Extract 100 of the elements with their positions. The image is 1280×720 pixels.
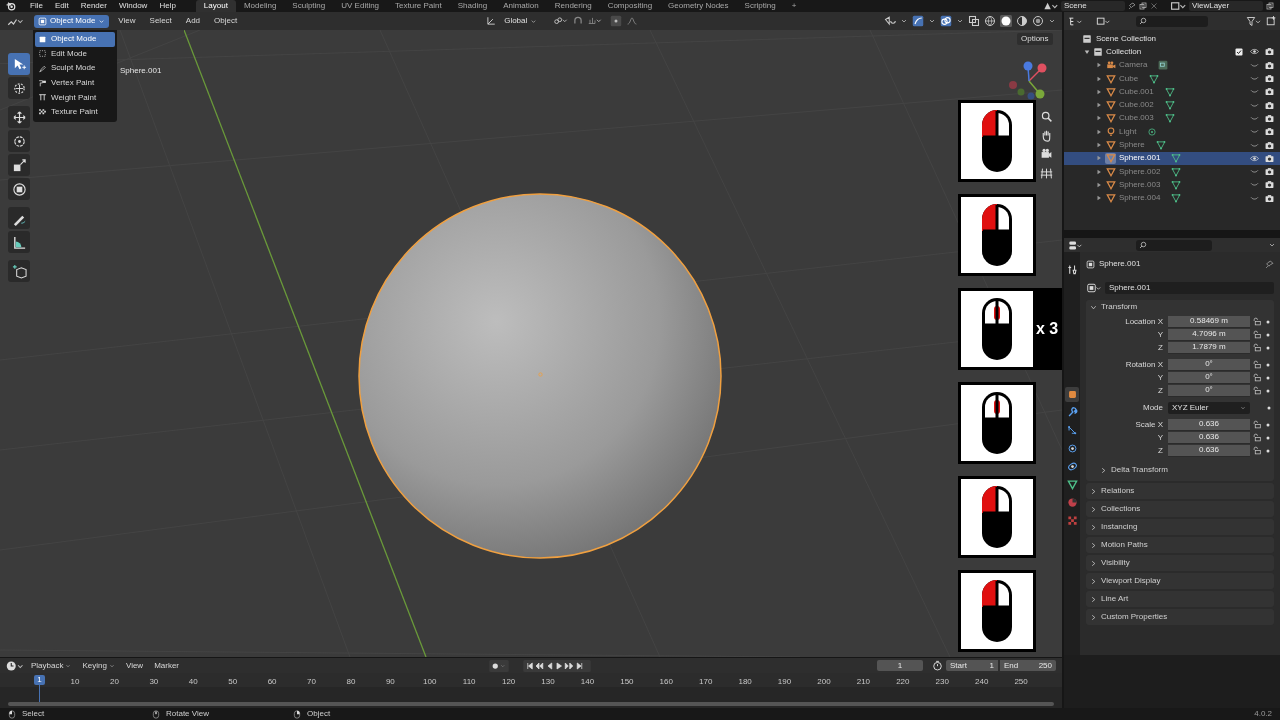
copy-icon[interactable] — [1266, 2, 1274, 10]
workspace-tab[interactable]: Animation — [495, 0, 547, 12]
grid-icon[interactable] — [1040, 167, 1053, 180]
number-field[interactable]: 0.636 — [1168, 418, 1250, 431]
keyframe-dot-icon[interactable] — [1266, 448, 1270, 453]
workspace-tab[interactable]: UV Editing — [333, 0, 388, 12]
keyframe-dot-icon[interactable] — [1266, 422, 1270, 427]
render-camera-icon[interactable] — [1265, 74, 1274, 84]
pin-icon[interactable] — [1265, 259, 1274, 269]
outliner-item[interactable]: Sphere.001 — [1119, 152, 1161, 165]
display-mode-icon[interactable] — [1096, 15, 1112, 27]
menu-item[interactable]: Sculpt Mode — [35, 61, 115, 76]
panel-header[interactable]: Viewport Display — [1086, 573, 1274, 589]
menu-item[interactable]: Playback — [27, 659, 76, 672]
workspace-tab[interactable]: Sculpting — [284, 0, 334, 12]
overlay-toggle-icon[interactable] — [940, 15, 952, 27]
keyframe-dot-icon[interactable] — [1266, 388, 1270, 393]
tool-button[interactable] — [8, 154, 30, 176]
lock-icon[interactable] — [1253, 317, 1262, 326]
number-field[interactable]: 0° — [1168, 358, 1250, 371]
menu-item[interactable]: Keying — [78, 659, 119, 672]
menu-item[interactable]: Window — [112, 0, 154, 12]
workspace-tab[interactable]: Scripting — [736, 0, 784, 12]
object-type-dropdown[interactable] — [1086, 283, 1102, 293]
view-layer-field[interactable]: ViewLayer — [1189, 1, 1263, 11]
lock-icon[interactable] — [1253, 446, 1262, 455]
menu-item[interactable]: Help — [153, 0, 182, 12]
new-collection-icon[interactable] — [1266, 16, 1276, 26]
properties-tab[interactable] — [1065, 262, 1079, 277]
menu-item[interactable]: Render — [74, 0, 113, 12]
subpanel-header[interactable]: Delta Transform — [1086, 463, 1274, 477]
panel-header[interactable]: Transform — [1086, 300, 1274, 314]
panel-header[interactable]: Collections — [1086, 501, 1274, 517]
render-camera-icon[interactable] — [1265, 140, 1274, 150]
hand-icon[interactable] — [1040, 129, 1053, 142]
mode-dropdown[interactable]: XYZ Euler — [1168, 401, 1250, 414]
render-camera-icon[interactable] — [1265, 60, 1274, 70]
render-camera-icon[interactable] — [1265, 47, 1274, 57]
camera-icon[interactable] — [1040, 148, 1053, 161]
close-icon[interactable] — [1150, 2, 1158, 10]
menu-item[interactable]: Marker — [150, 659, 184, 672]
tool-button[interactable] — [8, 130, 30, 152]
number-field[interactable]: 0.636 — [1168, 444, 1250, 457]
eye-icon[interactable] — [1250, 153, 1259, 163]
gizmo-toggle-icon[interactable] — [912, 15, 924, 27]
clock-editor-icon[interactable] — [6, 659, 24, 672]
mode-dropdown[interactable]: Object Mode — [34, 14, 110, 28]
material-shading-icon[interactable] — [1016, 15, 1028, 27]
lock-icon[interactable] — [1253, 386, 1262, 395]
menu-item[interactable]: Texture Paint — [35, 104, 115, 120]
number-field[interactable]: 0° — [1168, 384, 1250, 397]
tool-button[interactable] — [8, 53, 30, 75]
number-field[interactable]: 0.58469 m — [1168, 315, 1250, 328]
render-camera-icon[interactable] — [1265, 113, 1274, 123]
lock-icon[interactable] — [1253, 330, 1262, 339]
lock-icon[interactable] — [1253, 360, 1262, 369]
keyframe-dot-icon[interactable] — [1266, 375, 1270, 380]
scrollbar[interactable] — [8, 702, 1054, 706]
outliner-item[interactable]: Cube.003 — [1119, 112, 1154, 125]
pivot-icon[interactable] — [553, 16, 570, 26]
xray-icon[interactable] — [968, 15, 980, 27]
workspace-tab[interactable]: Shading — [449, 0, 496, 12]
number-field[interactable]: 4.7096 m — [1168, 328, 1250, 341]
snap-icon[interactable] — [573, 16, 584, 26]
selected-row[interactable]: Sphere.001 — [1064, 151, 1280, 165]
name-field[interactable]: Sphere.001 — [1105, 282, 1274, 294]
properties-tab[interactable] — [1065, 477, 1079, 492]
keyframe-dot-icon[interactable] — [1266, 319, 1270, 324]
outliner-item[interactable]: Sphere.004 — [1119, 192, 1161, 205]
render-camera-icon[interactable] — [1265, 127, 1274, 137]
menu-item[interactable]: Edit — [48, 0, 75, 12]
stopwatch-icon[interactable] — [932, 660, 943, 671]
outliner-item[interactable]: Sphere.003 — [1119, 178, 1161, 191]
tool-button[interactable] — [8, 207, 30, 229]
outliner-item[interactable]: Cube.001 — [1119, 85, 1154, 98]
search-field[interactable] — [1136, 15, 1208, 27]
zoom-icon[interactable] — [1040, 110, 1053, 123]
outliner-item[interactable]: Light — [1119, 125, 1137, 138]
render-camera-icon[interactable] — [1265, 167, 1274, 177]
menu-item[interactable]: Object Mode — [35, 32, 115, 47]
panel-header[interactable]: Relations — [1086, 483, 1274, 499]
workspace-tab[interactable]: Geometry Nodes — [660, 0, 737, 12]
workspace-tab[interactable]: Compositing — [599, 0, 661, 12]
menu-item[interactable]: Weight Paint — [35, 90, 115, 105]
keyframe-dot-icon[interactable] — [1266, 435, 1270, 440]
outliner-item[interactable]: Collection — [1106, 45, 1142, 58]
outliner-item[interactable]: Cube.002 — [1119, 99, 1154, 112]
outliner-item[interactable]: Cube — [1119, 72, 1139, 85]
tool-button[interactable] — [8, 260, 30, 282]
outliner-item[interactable]: Sphere.002 — [1119, 165, 1161, 178]
frame-field[interactable]: 1 — [877, 660, 923, 671]
number-field[interactable]: 0° — [1168, 371, 1250, 384]
lock-icon[interactable] — [1253, 373, 1262, 382]
tool-button[interactable] — [8, 231, 30, 253]
menu-item[interactable]: View — [113, 15, 141, 27]
workspace-tab[interactable]: Layout — [195, 0, 236, 12]
number-field[interactable]: 0.636 — [1168, 431, 1250, 444]
proportional-edit-icon[interactable] — [610, 15, 623, 27]
wireframe-shading-icon[interactable] — [984, 15, 996, 27]
number-field[interactable]: 1.7879 m — [1168, 341, 1250, 354]
